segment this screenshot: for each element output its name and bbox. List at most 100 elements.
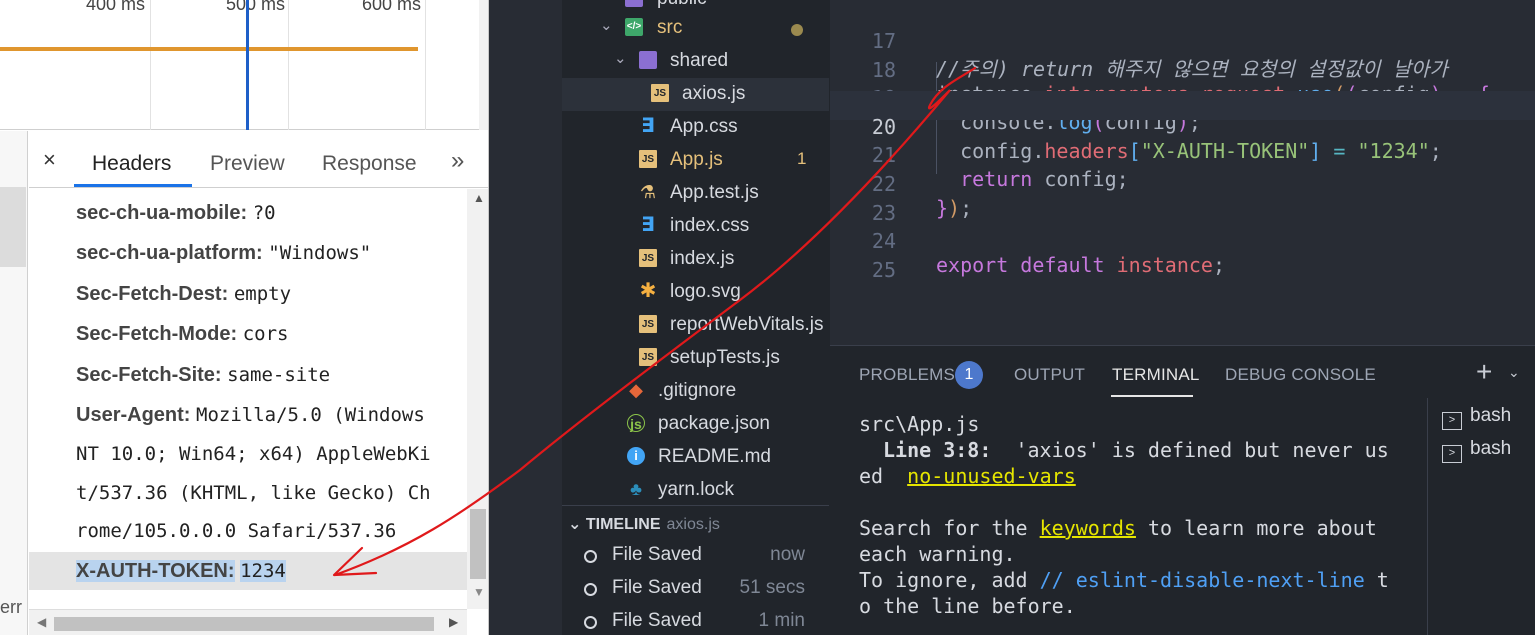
tree-item-reportwebvitals-js[interactable]: JS reportWebVitals.js — [562, 309, 829, 342]
header-value-continuation: rome/105.0.0.0 Safari/537.36 — [76, 520, 397, 542]
timeline-header[interactable]: ⌄ TIMELINE axios.js — [568, 514, 720, 534]
timeline-entry-label: File Saved — [612, 544, 702, 565]
new-terminal-plus-icon[interactable]: + — [1476, 356, 1492, 388]
scroll-right-icon[interactable]: ▶ — [449, 615, 458, 629]
scrollbar-thumb[interactable] — [54, 617, 434, 631]
tree-item-logo-svg[interactable]: ✱ logo.svg — [562, 276, 829, 309]
tab-debug-console[interactable]: DEBUG CONSOLE — [1225, 365, 1376, 385]
tree-item-yarn-lock[interactable]: ♣ yarn.lock — [562, 474, 829, 507]
tree-item-label: index.js — [670, 248, 735, 269]
timeline-label: 600 ms — [362, 0, 422, 14]
eslint-rule-link[interactable]: no-unused-vars — [907, 464, 1076, 488]
js-icon: JS — [639, 315, 657, 333]
code-line[interactable]: 24 export default instance; — [830, 205, 1535, 277]
error-location: Line 3:8: — [883, 438, 992, 462]
terminal-text: To ignore, add — [859, 568, 1040, 592]
timeline-grid-line — [425, 0, 426, 130]
tree-item-index-css[interactable]: ∃ index.css — [562, 210, 829, 243]
terminal-icon: > — [1442, 445, 1462, 463]
code-line[interactable]: 19 console.log(config); — [830, 62, 1535, 134]
chevron-down-icon: ⌄ — [568, 516, 586, 533]
request-timing-bar[interactable] — [0, 47, 418, 51]
header-value: empty — [233, 283, 292, 305]
tab-terminal[interactable]: TERMINAL — [1112, 365, 1200, 385]
header-value-continuation: NT 10.0; Win64; x64) AppleWebKi — [76, 443, 431, 465]
code-line[interactable]: 21 return config; — [830, 119, 1535, 191]
tree-item-app-js[interactable]: JS App.js 1 — [562, 144, 829, 177]
problem-count-badge: 1 — [797, 149, 807, 168]
tab-output[interactable]: OUTPUT — [1014, 365, 1085, 385]
code-editor[interactable]: 17 //주의) return 해주지 않으면 요청의 설정값이 날아가 18 … — [830, 0, 1535, 345]
header-key: Sec-Fetch-Mode: — [76, 323, 238, 345]
tree-item-app-test-js[interactable]: ⚗ App.test.js — [562, 177, 829, 210]
timeline-entry[interactable]: File Saved now — [562, 540, 829, 572]
code-line[interactable]: 22 }); — [830, 148, 1535, 220]
tree-item-package-json[interactable]: js package.json — [562, 408, 829, 441]
chevron-down-icon[interactable]: ⌄ — [1508, 364, 1520, 381]
tree-item-gitignore[interactable]: ◆ .gitignore — [562, 375, 829, 408]
vertical-scrollbar[interactable]: ▲ ▼ — [467, 189, 488, 609]
tree-item-axios-js[interactable]: JS axios.js — [562, 78, 829, 111]
timeline-label: 500 ms — [226, 0, 286, 14]
timeline-title: TIMELINE — [585, 516, 661, 533]
js-icon: JS — [639, 348, 657, 366]
terminal-line: each warning. — [859, 542, 1016, 566]
detail-tabbar: × Headers Preview Response » — [29, 131, 488, 188]
info-icon: i — [627, 447, 645, 465]
header-row[interactable]: Sec-Fetch-Mode: cors — [76, 323, 288, 346]
scrollbar-thumb[interactable] — [470, 509, 486, 579]
chevron-down-icon: ⌄ — [614, 50, 627, 67]
eslint-disable-comment: // eslint-disable-next-line — [1039, 568, 1365, 592]
terminal-instance[interactable]: > bash — [1442, 438, 1511, 463]
tree-item-setuptests-js[interactable]: JS setupTests.js — [562, 342, 829, 375]
terminal-text: Search for the — [859, 516, 1040, 540]
header-value: 1234 — [240, 560, 286, 582]
tab-response[interactable]: Response — [322, 152, 417, 176]
scroll-left-icon[interactable]: ◀ — [37, 615, 46, 629]
tree-item-index-js[interactable]: JS index.js — [562, 243, 829, 276]
terminal-instance[interactable]: > bash — [1442, 405, 1511, 430]
code-line[interactable]: 17 //주의) return 해주지 않으면 요청의 설정값이 날아가 — [830, 5, 1535, 81]
timeline-scrollbar[interactable] — [479, 0, 488, 130]
header-key: Sec-Fetch-Site: — [76, 364, 222, 386]
timeline-entry[interactable]: File Saved 51 secs — [562, 573, 829, 605]
tab-preview[interactable]: Preview — [210, 152, 285, 176]
horizontal-scrollbar[interactable]: ◀ ▶ — [29, 609, 467, 635]
header-row[interactable]: sec-ch-ua-platform: "Windows" — [76, 242, 371, 265]
tab-problems[interactable]: PROBLEMS — [859, 365, 955, 385]
timeline-entry-time: now — [770, 544, 805, 565]
tree-item-label: yarn.lock — [658, 479, 735, 500]
selected-request-row[interactable] — [0, 187, 26, 267]
terminal-icon: > — [1442, 412, 1462, 430]
scroll-up-icon[interactable]: ▲ — [473, 191, 485, 205]
tree-item-label: logo.svg — [670, 281, 741, 302]
code-line-active[interactable]: 20 config.headers["X-AUTH-TOKEN"] = "123… — [830, 91, 1535, 163]
header-row[interactable]: Sec-Fetch-Dest: empty — [76, 283, 291, 306]
keywords-link[interactable]: keywords — [1040, 516, 1136, 540]
code-line[interactable]: 23 — [830, 177, 1535, 225]
terminal-text: to learn more about — [1135, 516, 1377, 540]
code-line[interactable]: 18 instance.interceptors.request.use((co… — [830, 34, 1535, 106]
header-row[interactable]: User-Agent: Mozilla/5.0 (Windows — [76, 404, 425, 427]
header-row[interactable]: Sec-Fetch-Site: same-site — [76, 364, 330, 387]
chevron-right-icon: › — [602, 0, 607, 4]
code-line[interactable]: 25 — [830, 234, 1535, 282]
tree-item-readme-md[interactable]: i README.md — [562, 441, 829, 474]
tree-item-src[interactable]: ⌄ </> src — [562, 12, 829, 45]
more-tabs-icon[interactable]: » — [451, 147, 464, 175]
terminal-line: Line 3:8: 'axios' is defined but never u… — [859, 438, 1389, 464]
tree-item-shared[interactable]: ⌄ shared — [562, 45, 829, 78]
terminal-line: Search for the keywords to learn more ab… — [859, 516, 1377, 542]
header-row-x-auth-token[interactable]: X-AUTH-TOKEN: 1234 — [76, 560, 286, 583]
terminal-output[interactable]: src\App.js Line 3:8: 'axios' is defined … — [859, 412, 1414, 632]
error-message: 'axios' is defined but never us — [991, 438, 1389, 462]
header-value: cors — [242, 323, 289, 345]
problem-count-badge: 1 — [955, 361, 983, 389]
tree-item-app-css[interactable]: ∃ App.css — [562, 111, 829, 144]
tab-headers[interactable]: Headers — [92, 152, 171, 176]
network-timeline[interactable]: 400 ms 500 ms 600 ms — [0, 0, 488, 130]
timeline-entry[interactable]: File Saved 1 min — [562, 606, 829, 635]
header-row[interactable]: sec-ch-ua-mobile: ?0 — [76, 202, 276, 225]
close-icon[interactable]: × — [43, 147, 56, 173]
scroll-down-icon[interactable]: ▼ — [473, 585, 485, 599]
